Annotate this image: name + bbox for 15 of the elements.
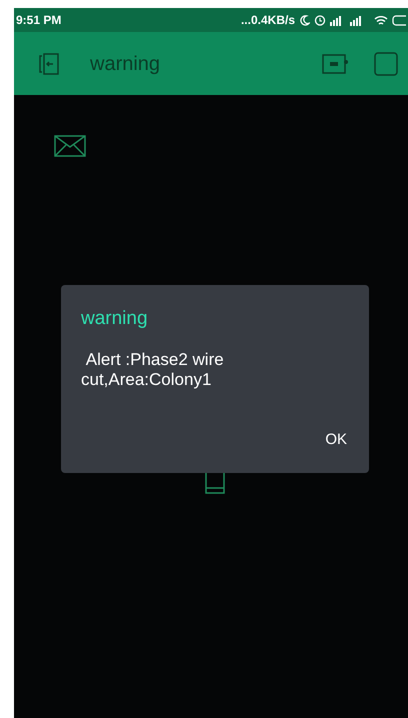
status-time: 9:51 PM — [16, 12, 62, 29]
battery-icon — [392, 14, 406, 26]
dialog-title: warning — [81, 307, 149, 331]
phone-icon[interactable] — [205, 473, 225, 495]
device-icon[interactable] — [322, 54, 348, 74]
exit-icon[interactable] — [38, 52, 60, 76]
alarm-icon — [314, 14, 326, 26]
mail-icon[interactable] — [54, 135, 86, 157]
moon-icon — [299, 14, 310, 26]
square-icon[interactable] — [374, 52, 398, 76]
wifi-icon — [374, 14, 388, 26]
app-title: warning — [90, 52, 162, 76]
dialog-message: Alert :Phase2 wire cut,Area:Colony1 — [81, 350, 225, 390]
network-speed: ...0.4KB/s — [240, 12, 295, 29]
ok-button[interactable]: OK — [323, 428, 349, 451]
